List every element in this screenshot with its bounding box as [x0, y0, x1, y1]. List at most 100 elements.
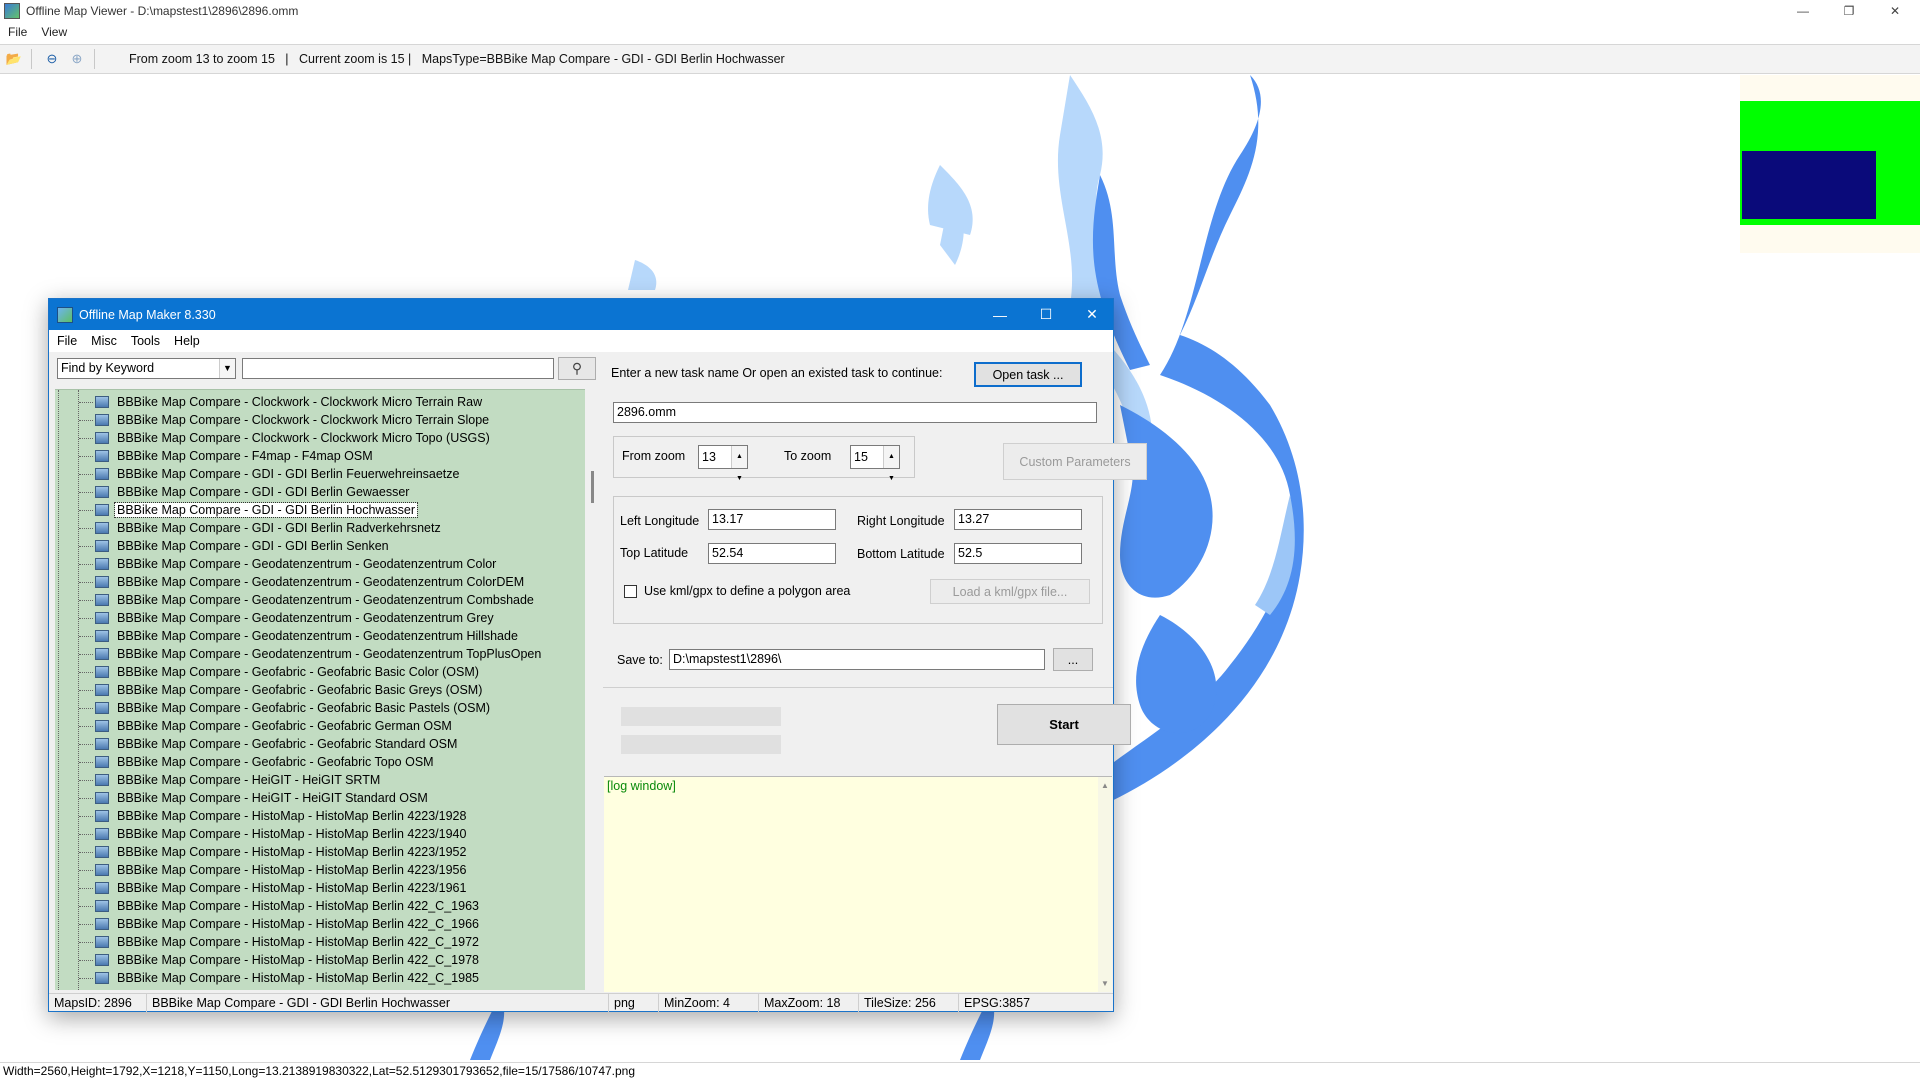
browse-button[interactable]: ...: [1053, 648, 1093, 671]
tree-item[interactable]: BBBike Map Compare - Geodatenzentrum - G…: [79, 645, 543, 663]
maker-maximize-button[interactable]: ☐: [1023, 299, 1069, 330]
tree-item[interactable]: BBBike Map Compare - Clockwork - Clockwo…: [79, 411, 491, 429]
left-longitude-input[interactable]: 13.17: [708, 509, 836, 530]
tree-scrollbar[interactable]: [591, 389, 596, 990]
menu-file[interactable]: File: [8, 25, 27, 39]
tree-item[interactable]: BBBike Map Compare - Clockwork - Clockwo…: [79, 393, 484, 411]
tree-item-label: BBBike Map Compare - Geofabric - Geofabr…: [117, 755, 434, 769]
tree-item[interactable]: BBBike Map Compare - HistoMap - HistoMap…: [79, 843, 468, 861]
map-type-icon: [95, 522, 109, 534]
tree-item[interactable]: BBBike Map Compare - Geodatenzentrum - G…: [79, 609, 496, 627]
tree-item[interactable]: BBBike Map Compare - HistoMap - HistoMap…: [79, 915, 481, 933]
tree-item[interactable]: BBBike Map Compare - HistoMap - HistoMap…: [79, 861, 468, 879]
tree-item[interactable]: BBBike Map Compare - GDI - GDI Berlin Ge…: [79, 483, 411, 501]
zoom-group: From zoom 13 ▲ ▼ To zoom 15 ▲ ▼: [613, 436, 915, 482]
tree-item[interactable]: BBBike Map Compare - Geofabric - Geofabr…: [79, 717, 454, 735]
maker-menu-tools[interactable]: Tools: [131, 334, 160, 348]
tree-item[interactable]: BBBike Map Compare - HistoMap - HistoMap…: [79, 951, 481, 969]
log-scrollbar[interactable]: ▲ ▼: [1098, 777, 1112, 992]
tree-item[interactable]: BBBike Map Compare - Geofabric - Geofabr…: [79, 735, 459, 753]
status-max-zoom: MaxZoom: 18: [759, 994, 859, 1012]
chevron-down-icon[interactable]: ▼: [219, 359, 235, 378]
tree-item[interactable]: BBBike Map Compare - HistoMap - HistoMap…: [79, 879, 468, 897]
tree-item[interactable]: BBBike Map Compare - HeiGIT - HeiGIT Sta…: [79, 789, 430, 807]
overview-minimap[interactable]: [1740, 75, 1920, 253]
tree-item[interactable]: BBBike Map Compare - GDI - GDI Berlin Se…: [79, 537, 391, 555]
tree-item[interactable]: BBBike Map Compare - Geofabric - Geofabr…: [79, 663, 481, 681]
to-zoom-stepper[interactable]: 15 ▲ ▼: [850, 445, 900, 482]
task-name-input[interactable]: 2896.omm: [613, 402, 1097, 423]
maker-menu-misc[interactable]: Misc: [91, 334, 117, 348]
tree-item-label: BBBike Map Compare - GDI - GDI Berlin Se…: [117, 539, 389, 553]
load-kml-button[interactable]: Load a kml/gpx file...: [930, 579, 1090, 604]
menu-view[interactable]: View: [41, 25, 67, 39]
maker-app-icon: [57, 306, 73, 323]
tree-item[interactable]: BBBike Map Compare - Geodatenzentrum - G…: [79, 555, 498, 573]
tree-item[interactable]: BBBike Map Compare - Geodatenzentrum - G…: [79, 573, 526, 591]
maker-minimize-button[interactable]: —: [977, 299, 1023, 330]
spinner-arrows-icon[interactable]: ▲ ▼: [731, 446, 747, 482]
tree-item[interactable]: BBBike Map Compare - HistoMap - HistoMap…: [79, 897, 481, 915]
tree-connector: [79, 689, 93, 691]
start-button[interactable]: Start: [997, 704, 1131, 745]
search-button[interactable]: ⚲: [558, 357, 596, 380]
map-type-icon: [95, 594, 109, 606]
right-longitude-input[interactable]: 13.27: [954, 509, 1082, 530]
tree-item[interactable]: BBBike Map Compare - HistoMap - HistoMap…: [79, 807, 468, 825]
kml-polygon-checkbox[interactable]: [624, 585, 637, 598]
minimize-button[interactable]: —: [1780, 0, 1826, 22]
to-zoom-value: 15: [854, 450, 868, 464]
tree-item[interactable]: BBBike Map Compare - Geodatenzentrum - G…: [79, 627, 520, 645]
map-type-tree[interactable]: BBBike Map Compare - Clockwork - Clockwo…: [55, 389, 585, 990]
tree-item[interactable]: BBBike Map Compare - GDI - GDI Berlin Ra…: [79, 519, 443, 537]
tree-item[interactable]: BBBike Map Compare - GDI - GDI Berlin Fe…: [79, 465, 462, 483]
tree-connector: [79, 401, 93, 403]
tree-connector: [79, 491, 93, 493]
tree-item[interactable]: BBBike Map Compare - GDI - GDI Berlin Ho…: [79, 501, 419, 519]
scroll-up-icon[interactable]: ▲: [1101, 781, 1109, 790]
tree-item[interactable]: BBBike Map Compare - Geodatenzentrum - G…: [79, 591, 536, 609]
maker-menu-help[interactable]: Help: [174, 334, 200, 348]
close-button[interactable]: ✕: [1872, 0, 1918, 22]
find-mode-select[interactable]: Find by Keyword ▼: [57, 358, 236, 379]
viewer-titlebar: Offline Map Viewer - D:\mapstest1\2896\2…: [0, 0, 1920, 22]
from-zoom-stepper[interactable]: 13 ▲ ▼: [698, 445, 748, 482]
tree-item[interactable]: BBBike Map Compare - F4map - F4map OSM: [79, 447, 375, 465]
task-prompt: Enter a new task name Or open an existed…: [611, 366, 943, 380]
open-task-button[interactable]: Open task ...: [974, 362, 1082, 387]
tree-item-label: BBBike Map Compare - Geofabric - Geofabr…: [117, 701, 491, 715]
minimap-viewport[interactable]: [1742, 151, 1876, 219]
save-to-input[interactable]: D:\mapstest1\2896\: [669, 649, 1045, 670]
save-to-label: Save to:: [617, 653, 663, 667]
maker-menu-file[interactable]: File: [57, 334, 77, 348]
tree-item[interactable]: BBBike Map Compare - HistoMap - HistoMap…: [79, 825, 468, 843]
zoom-in-icon[interactable]: ⊕: [66, 48, 88, 70]
spinner-arrows-icon[interactable]: ▲ ▼: [883, 446, 899, 482]
to-zoom-label: To zoom: [784, 449, 832, 463]
tree-item[interactable]: BBBike Map Compare - Geofabric - Geofabr…: [79, 699, 492, 717]
maker-close-button[interactable]: ✕: [1069, 299, 1115, 330]
map-type-icon: [95, 396, 109, 408]
tree-item[interactable]: BBBike Map Compare - HistoMap - HistoMap…: [79, 969, 481, 987]
top-latitude-input[interactable]: 52.54: [708, 543, 836, 564]
tree-item[interactable]: BBBike Map Compare - HistoMap - HistoMap…: [79, 933, 481, 951]
tree-item[interactable]: BBBike Map Compare - Geofabric - Geofabr…: [79, 681, 484, 699]
open-folder-icon[interactable]: 📂: [3, 48, 25, 70]
log-window[interactable]: [log window] ▲ ▼: [604, 776, 1112, 992]
tree-item-label: BBBike Map Compare - Geodatenzentrum - G…: [117, 629, 518, 643]
tree-connector: [79, 959, 93, 961]
tree-item[interactable]: BBBike Map Compare - Geofabric - Geofabr…: [79, 753, 436, 771]
scroll-down-icon[interactable]: ▼: [1101, 979, 1109, 988]
tree-connector: [79, 797, 93, 799]
tree-item[interactable]: BBBike Map Compare - HeiGIT - HeiGIT SRT…: [79, 771, 382, 789]
tree-connector: [79, 527, 93, 529]
restore-button[interactable]: ❐: [1826, 0, 1872, 22]
custom-parameters-button[interactable]: Custom Parameters: [1003, 443, 1147, 480]
search-input[interactable]: [242, 358, 554, 379]
zoom-out-icon[interactable]: ⊖: [41, 48, 63, 70]
map-type-icon: [95, 486, 109, 498]
top-latitude-label: Top Latitude: [620, 546, 689, 560]
scrollbar-thumb[interactable]: [591, 471, 594, 503]
tree-item[interactable]: BBBike Map Compare - Clockwork - Clockwo…: [79, 429, 492, 447]
bottom-latitude-input[interactable]: 52.5: [954, 543, 1082, 564]
